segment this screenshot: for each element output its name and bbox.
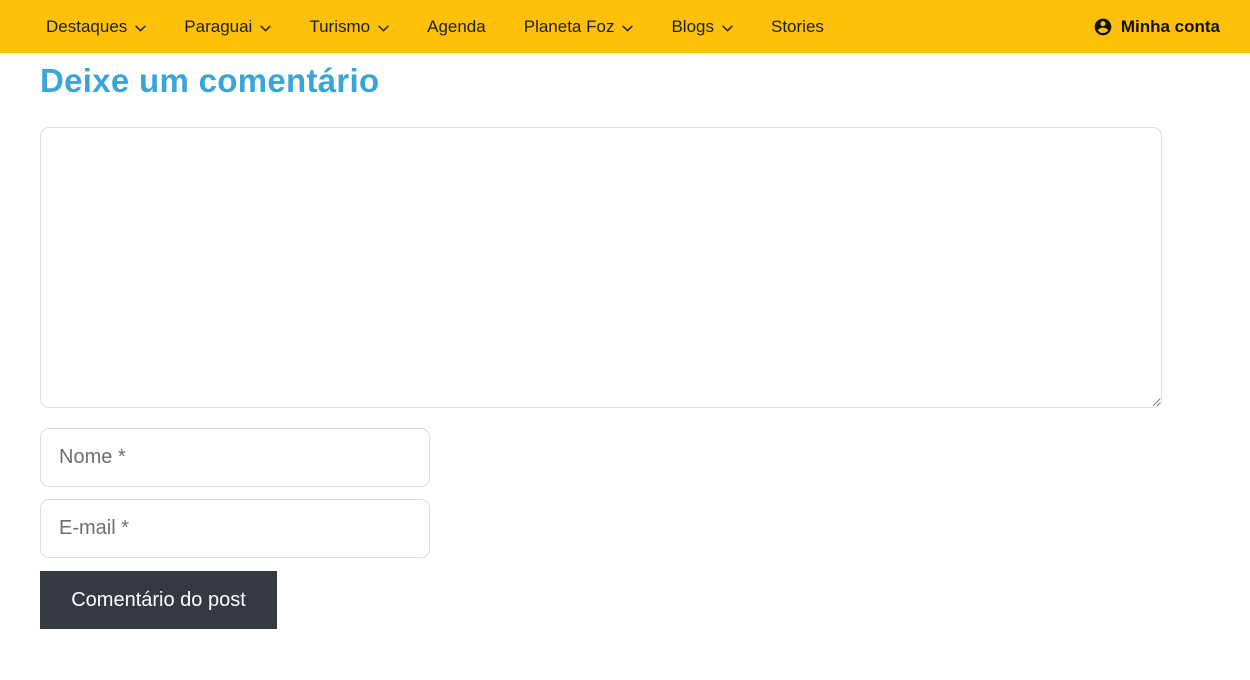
nav-item-destaques[interactable]: Destaques <box>46 17 146 37</box>
comment-textarea[interactable] <box>40 127 1162 408</box>
nav-item-label: Destaques <box>46 16 128 36</box>
name-input[interactable] <box>40 428 430 487</box>
nav-item-label: Planeta Foz <box>523 16 615 36</box>
nav-item-label: Stories <box>771 16 824 36</box>
nav-item-label: Turismo <box>309 16 371 36</box>
chevron-down-icon <box>622 25 634 31</box>
account-circle-icon <box>1094 18 1112 35</box>
chevron-down-icon <box>260 25 272 31</box>
submit-comment-button[interactable]: Comentário do post <box>40 571 277 629</box>
nav-item-label: Paraguai <box>184 16 253 36</box>
comment-section-title: Deixe um comentário <box>40 62 380 99</box>
nav-item-paraguai[interactable]: Paraguai <box>184 16 272 37</box>
nav-links: Destaques Paraguai Turismo Agenda Planet… <box>46 17 824 37</box>
chevron-down-icon <box>722 25 733 31</box>
top-navbar: Destaques Paraguai Turismo Agenda Planet… <box>0 0 1250 53</box>
nav-item-label: Agenda <box>427 16 486 36</box>
comment-form: Comentário do post <box>40 127 1250 629</box>
nav-item-label: Blogs <box>671 16 714 36</box>
email-input[interactable] <box>40 499 430 558</box>
nav-item-turismo[interactable]: Turismo <box>309 17 389 37</box>
comment-section: Deixe um comentário Comentário do post <box>0 62 1250 629</box>
account-menu[interactable]: Minha conta <box>1093 17 1220 37</box>
nav-item-blogs[interactable]: Blogs <box>671 17 733 37</box>
chevron-down-icon <box>378 25 389 31</box>
chevron-down-icon <box>135 25 146 31</box>
account-menu-label: Minha conta <box>1120 16 1220 36</box>
nav-item-stories[interactable]: Stories <box>771 17 824 37</box>
nav-item-planeta-foz[interactable]: Planeta Foz <box>524 17 634 37</box>
nav-item-agenda[interactable]: Agenda <box>427 17 486 37</box>
